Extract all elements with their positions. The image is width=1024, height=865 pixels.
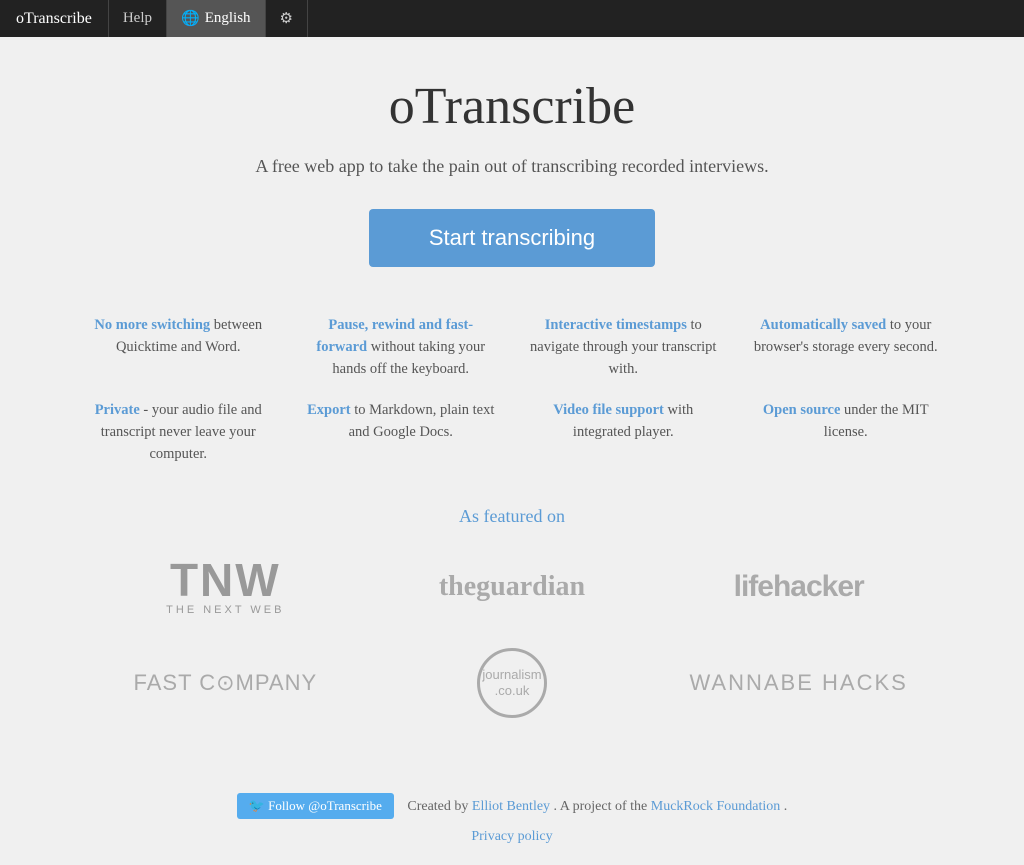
featured-label: As featured on [82,506,942,527]
feature-video: Video file support with integrated playe… [527,400,720,465]
footer: 🐦 Follow @oTranscribe Created by Elliot … [0,773,1024,865]
nav-help[interactable]: Help [109,0,167,37]
nav-language-label: English [205,10,251,27]
featured-section: As featured on TNW THE NEXT WEB theguard… [82,506,942,723]
tagline: A free web app to take the pain out of t… [82,156,942,177]
feature-no-switching: No more switching between Quicktime and … [82,315,275,380]
logo-lifehacker: lifehacker [669,547,929,627]
logo-journalism: journalism .co.uk [382,643,642,723]
wannabe-text: WANNABE HACKS [689,670,907,695]
feature-rewind: Pause, rewind and fast-forward without t… [305,315,498,380]
nav-settings[interactable]: ⚙ [266,0,308,37]
features-grid: No more switching between Quicktime and … [82,315,942,466]
feature-title: Private [95,402,140,418]
twitter-label: Follow @oTranscribe [268,798,382,813]
logo-wannabe: WANNABE HACKS [669,643,929,723]
feature-export: Export to Markdown, plain text and Googl… [305,400,498,465]
journalism-circle: journalism .co.uk [477,648,547,718]
footer-project-of: . A project of the [554,799,648,814]
logo-tnw: TNW THE NEXT WEB [95,547,355,627]
navbar: oTranscribe Help 🌐 English ⚙ [0,0,1024,37]
feature-title: Automatically saved [760,317,886,333]
lifehacker-text: lifehacker [734,570,864,603]
footer-main-row: 🐦 Follow @oTranscribe Created by Elliot … [20,793,1004,819]
start-transcribing-button[interactable]: Start transcribing [369,209,655,267]
guardian-text: theguardian [439,571,585,602]
site-title: oTranscribe [82,77,942,136]
main-content: oTranscribe A free web app to take the p… [62,37,962,773]
privacy-policy-link[interactable]: Privacy policy [471,829,552,844]
foundation-link[interactable]: MuckRock Foundation [651,799,781,814]
feature-title: Interactive timestamps [545,317,687,333]
creator-link[interactable]: Elliot Bentley [472,799,550,814]
footer-created-by: Created by [407,799,468,814]
logo-fastcompany: FAST C⊙MPANY [95,643,355,723]
feature-body: to Markdown, plain text and Google Docs. [349,402,495,440]
nav-language[interactable]: 🌐 English [167,0,266,37]
feature-title: Export [307,402,351,418]
fastcompany-text: FAST C⊙MPANY [134,670,318,695]
settings-icon: ⚙ [280,9,293,28]
tnw-sub-text: THE NEXT WEB [166,605,284,616]
feature-title: Video file support [553,402,664,418]
feature-title: No more switching [94,317,210,333]
logo-guardian: theguardian [382,547,642,627]
footer-links: Privacy policy [20,829,1004,845]
feature-title: Open source [763,402,840,418]
nav-brand: oTranscribe [0,0,109,37]
journalism-text: journalism [482,667,541,683]
feature-private: Private - your audio file and transcript… [82,400,275,465]
twitter-icon: 🐦 [249,798,265,813]
globe-icon: 🌐 [181,9,200,28]
footer-period: . [784,799,788,814]
journalism-url: .co.uk [495,683,530,699]
feature-opensource: Open source under the MIT license. [750,400,943,465]
feature-timestamps: Interactive timestamps to navigate throu… [527,315,720,380]
tnw-main-text: TNW [170,557,281,603]
feature-body: under the MIT license. [824,402,929,440]
feature-autosave: Automatically saved to your browser's st… [750,315,943,380]
twitter-follow-button[interactable]: 🐦 Follow @oTranscribe [237,793,394,819]
logos-grid: TNW THE NEXT WEB theguardian lifehacker [87,547,937,723]
